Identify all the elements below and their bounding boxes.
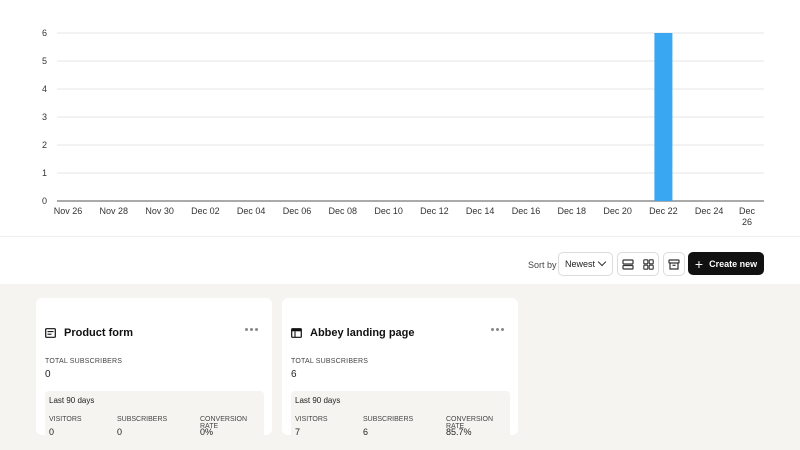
x-tick-label: Dec 10 (374, 206, 403, 216)
x-tick-label: Dec 06 (283, 206, 312, 216)
form-card[interactable]: Abbey landing page TOTAL SUBSCRIBERS 6 L… (282, 298, 518, 442)
chart-svg: 0 1 2 3 4 5 6 Nov 26 Nov 28 Nov 30 Dec 02 Dec 04 Dec… (42, 28, 764, 227)
subscribers-label: SUBSCRIBERS (363, 416, 414, 423)
total-subscribers-value: 0 (45, 369, 51, 380)
stats-box: Last 90 days VISITORS 7 SUBSCRIBERS 6 CO… (291, 391, 510, 442)
subscribers-chart: 0 1 2 3 4 5 6 Nov 26 Nov 28 Nov 30 Dec 02 Dec 04 Dec… (0, 0, 800, 236)
subscribers-label: SUBSCRIBERS (117, 416, 168, 423)
forms-grid: Product form TOTAL SUBSCRIBERS 0 Last 90… (0, 284, 800, 450)
x-tick-label: Dec 16 (512, 206, 541, 216)
list-view-icon (622, 258, 634, 270)
x-tick-label: Dec 08 (329, 206, 358, 216)
visitors-label: VISITORS (49, 416, 82, 423)
archive-icon (668, 258, 680, 270)
y-tick-label: 0 (42, 196, 47, 206)
card-more-menu-icon[interactable] (491, 328, 504, 331)
x-tick-label: Nov 28 (100, 206, 129, 216)
y-tick-label: 5 (42, 56, 47, 66)
y-tick-label: 2 (42, 140, 47, 150)
x-tick-label: Dec 20 (603, 206, 632, 216)
stats-box: Last 90 days VISITORS 0 SUBSCRIBERS 0 CO… (45, 391, 264, 442)
x-tick-label: Dec 04 (237, 206, 266, 216)
list-view-button[interactable] (618, 253, 638, 275)
x-tick-label: Dec 24 (695, 206, 724, 216)
bar (654, 33, 673, 201)
sort-by-label: Sort by (528, 260, 557, 270)
x-tick-label: Dec 22 (649, 206, 678, 216)
stats-period: Last 90 days (49, 396, 95, 405)
x-tick-label: Dec 26 (739, 206, 756, 227)
grid-view-button[interactable] (638, 253, 658, 275)
x-tick-label: Dec 14 (466, 206, 495, 216)
visitors-label: VISITORS (295, 416, 328, 423)
view-toggle (617, 252, 659, 276)
card-more-menu-icon[interactable] (245, 328, 258, 331)
archive-button[interactable] (663, 252, 685, 276)
conversion-rate-value: 0% (200, 427, 214, 437)
x-tick-label: Dec 18 (558, 206, 587, 216)
sort-select[interactable]: Newest (558, 252, 613, 276)
subscribers-value: 6 (363, 427, 369, 437)
create-new-label: Create new (709, 258, 758, 269)
x-tick-label: Dec 02 (191, 206, 220, 216)
card-header: Abbey landing page (291, 327, 415, 339)
y-tick-label: 3 (42, 112, 47, 122)
visitors-value: 7 (295, 427, 301, 437)
y-tick-label: 6 (42, 28, 47, 38)
total-subscribers-label: TOTAL SUBSCRIBERS (291, 358, 369, 365)
chevron-down-icon (597, 257, 607, 267)
x-tick-label: Nov 30 (145, 206, 174, 216)
card-title[interactable]: Product form (64, 327, 133, 339)
card-header: Product form (45, 327, 133, 339)
create-new-button[interactable]: + Create new (688, 252, 764, 275)
x-tick-label: Nov 26 (54, 206, 83, 216)
card-title[interactable]: Abbey landing page (310, 327, 415, 339)
y-tick-label: 4 (42, 84, 47, 94)
y-tick-label: 1 (42, 168, 47, 178)
x-tick-label: Dec 12 (420, 206, 449, 216)
landing-page-icon (291, 328, 302, 338)
grid-view-icon (642, 258, 654, 270)
form-icon (45, 328, 56, 338)
list-toolbar: Sort by Newest + Create new (0, 236, 800, 284)
total-subscribers-label: TOTAL SUBSCRIBERS (45, 358, 123, 365)
subscribers-value: 0 (117, 427, 123, 437)
form-card[interactable]: Product form TOTAL SUBSCRIBERS 0 Last 90… (36, 298, 272, 442)
conversion-rate-value: 85.7% (446, 427, 472, 437)
visitors-value: 0 (49, 427, 55, 437)
stats-period: Last 90 days (295, 396, 341, 405)
total-subscribers-value: 6 (291, 369, 297, 380)
plus-icon: + (694, 255, 704, 272)
sort-select-value: Newest (565, 259, 596, 269)
